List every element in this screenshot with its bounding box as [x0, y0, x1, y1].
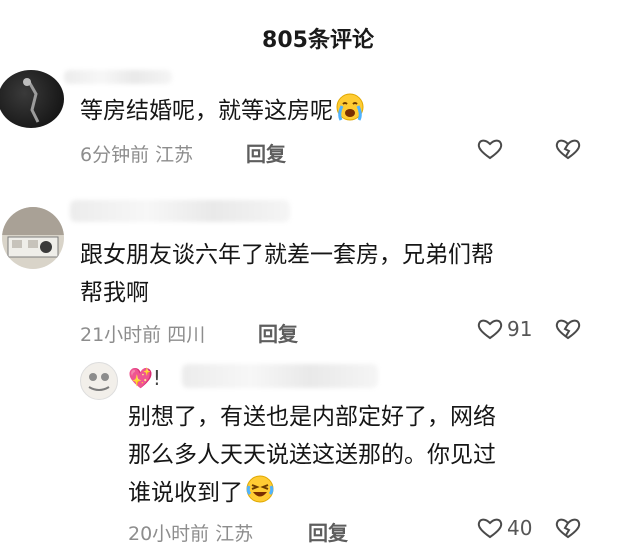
comment-text: 跟女朋友谈六年了就差一套房，兄弟们帮 帮我啊 — [80, 236, 494, 312]
crying-face-icon — [335, 92, 365, 134]
broken-heart-icon — [555, 319, 581, 340]
like-button[interactable] — [477, 137, 507, 161]
broken-heart-icon — [555, 518, 581, 539]
reply-text-line: 那么多人天天说送这送那的。你见过 — [128, 442, 496, 468]
comment-location: 江苏 — [155, 144, 194, 166]
comment-time: 21小时前 — [80, 324, 162, 346]
avatar[interactable] — [2, 207, 64, 269]
avatar[interactable] — [80, 362, 118, 400]
reply-button[interactable]: 回复 — [308, 517, 348, 546]
username-blurred — [182, 364, 378, 388]
comment-text: 等房结婚呢，就等这房呢 — [80, 92, 365, 134]
username-blurred — [64, 70, 172, 84]
heart-icon — [477, 518, 503, 539]
reply-meta: 20小时前 江苏 — [128, 519, 253, 546]
dislike-button[interactable] — [554, 516, 582, 544]
like-button[interactable]: 91 — [477, 317, 532, 341]
dislike-button[interactable] — [554, 317, 582, 345]
reply-badge: 💖! — [128, 366, 161, 390]
avatar-shop-icon — [2, 207, 64, 258]
dislike-button[interactable] — [554, 137, 582, 165]
like-count: 91 — [507, 317, 533, 341]
reply-button[interactable]: 回复 — [258, 318, 298, 347]
comment-text-line: 帮我啊 — [80, 280, 149, 306]
reply-text-line: 别想了，有送也是内部定好了，网络 — [128, 404, 496, 430]
comments-count-title: 805条评论 — [262, 28, 374, 53]
reply-text-content: 谁说收到了 — [128, 480, 243, 506]
heart-icon — [477, 319, 503, 340]
reply-text: 别想了，有送也是内部定好了，网络 那么多人天天说送这送那的。你见过 谁说收到了 — [128, 398, 496, 516]
reply-button[interactable]: 回复 — [246, 138, 286, 167]
heart-icon — [477, 139, 503, 160]
username-blurred — [70, 200, 290, 222]
comment-location: 四川 — [167, 324, 206, 346]
avatar[interactable] — [0, 70, 64, 128]
avatar-pattern-icon — [88, 373, 110, 391]
avatar-figure-icon — [23, 78, 40, 123]
like-button[interactable]: 40 — [477, 516, 532, 540]
laughing-tears-face-icon — [245, 474, 275, 516]
like-count: 40 — [507, 516, 533, 540]
comment-text-line: 跟女朋友谈六年了就差一套房，兄弟们帮 — [80, 242, 494, 268]
reply-text-line-last: 谁说收到了 — [128, 474, 496, 516]
comment-meta: 6分钟前 江苏 — [80, 140, 193, 167]
reply-time: 20小时前 — [128, 523, 210, 545]
broken-heart-icon — [555, 139, 581, 160]
reply-location: 江苏 — [215, 523, 254, 545]
comment-text-content: 等房结婚呢，就等这房呢 — [80, 98, 333, 124]
comment-meta: 21小时前 四川 — [80, 320, 205, 347]
comment-time: 6分钟前 — [80, 144, 150, 166]
